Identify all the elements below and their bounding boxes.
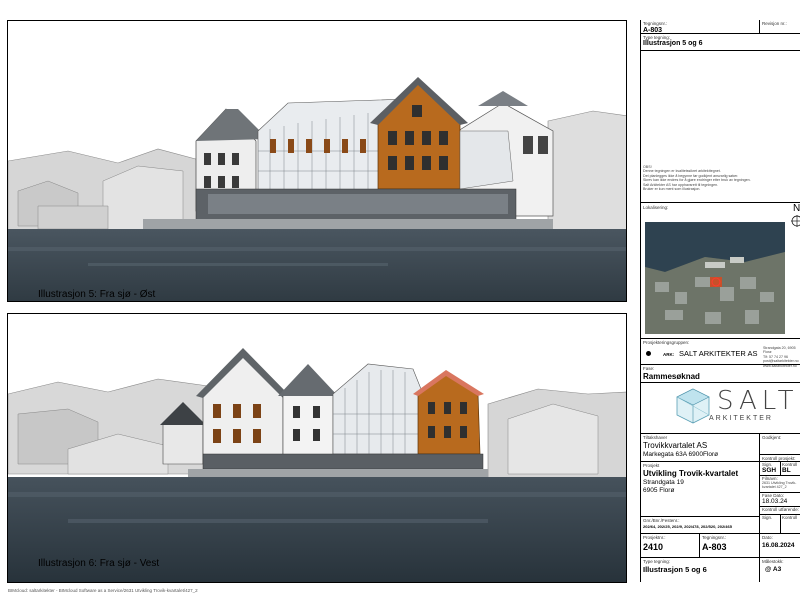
ark-label: ARK: bbox=[663, 352, 675, 357]
type2-value: Illustrasjon 5 og 6 bbox=[643, 565, 707, 574]
tiltakshaver-label: Tiltakshaver bbox=[643, 435, 668, 440]
sign2-label: Sign. bbox=[762, 515, 773, 520]
gnr-label: Gnr./Bnr./Festenr.: bbox=[643, 518, 680, 523]
prosjekt-label: Prosjekt bbox=[643, 463, 660, 468]
lokalisering-label: Lokalisering: bbox=[643, 205, 669, 210]
north-arrow-label: N bbox=[793, 203, 800, 214]
type2-label: Type tegning: bbox=[643, 559, 671, 564]
salt-logo-subtext: ARKITEKTER bbox=[709, 415, 773, 422]
kontroll-value: BL bbox=[782, 467, 791, 474]
divider bbox=[780, 514, 781, 533]
divider bbox=[699, 533, 700, 557]
tegningsnr2-label: Tegningsnr.: bbox=[702, 535, 727, 540]
divider bbox=[641, 461, 759, 462]
divider bbox=[641, 557, 800, 558]
divider bbox=[641, 202, 800, 203]
divider bbox=[759, 557, 760, 582]
type-value: Illustrasjon 5 og 6 bbox=[643, 40, 703, 47]
divider bbox=[641, 433, 800, 434]
malestokk-value: @ A3 bbox=[765, 566, 782, 573]
divider bbox=[641, 533, 800, 534]
filnavn-value: 2631 Utvikling Trovik-kvartalet 427_2 bbox=[762, 481, 797, 490]
salt-logo-cube-icon bbox=[676, 388, 710, 424]
prosjekt-value: Utvikling Trovik-kvartalet bbox=[643, 469, 739, 478]
file-path-footer: BIMcloud: saltarkitekter - BIMcloud Soft… bbox=[8, 588, 198, 593]
divider bbox=[641, 33, 800, 34]
illustration-6-caption: Illustrasjon 6: Fra sjø - Vest bbox=[38, 558, 160, 569]
divider bbox=[759, 533, 760, 557]
divider bbox=[759, 20, 760, 33]
dato-label: Dato: bbox=[762, 535, 773, 540]
north-arrow-icon bbox=[791, 215, 800, 227]
divider bbox=[759, 433, 760, 533]
ark-company: SALT ARKITEKTER AS bbox=[679, 349, 758, 358]
divider bbox=[759, 454, 800, 455]
bullet-icon bbox=[646, 351, 651, 356]
divider bbox=[641, 516, 759, 517]
divider bbox=[780, 461, 781, 475]
divider bbox=[641, 338, 800, 339]
prosjekteringsgruppen-label: Prosjekteringsgruppen: bbox=[643, 340, 690, 345]
tegningsnr2-value: A-803 bbox=[702, 542, 727, 552]
tegningsnr-label: Tegningsnr.: bbox=[643, 21, 668, 26]
note-line: Bruker er kun ment som illustrasjon. bbox=[643, 187, 701, 192]
ark-address: Strandgata 20, 6905 Florø bbox=[763, 346, 796, 355]
salt-logo-text: SALT bbox=[717, 386, 799, 416]
prosjekt-address-2: 6905 Florø bbox=[643, 487, 675, 494]
fase-value: Rammesøknad bbox=[643, 372, 700, 381]
dato-value: 16.08.2024 bbox=[762, 542, 795, 549]
tiltakshaver-address: Markegata 63A 6900Florø bbox=[643, 451, 719, 458]
ark-email: post@saltarkitekter.no bbox=[763, 359, 799, 364]
illustration-6-frame bbox=[7, 313, 627, 583]
illustration-5-render bbox=[8, 21, 626, 301]
illustration-6-render bbox=[8, 314, 626, 582]
prosjektnr-value: 2410 bbox=[643, 542, 664, 552]
illustration-5-caption: Illustrasjon 5: Fra sjø - Øst bbox=[38, 289, 156, 300]
kontroll2-label: Kontroll bbox=[782, 515, 798, 520]
illustration-5-frame bbox=[7, 20, 627, 302]
sign-value: SGH bbox=[762, 467, 777, 474]
prosjekt-address-1: Strandgata 19 bbox=[643, 479, 684, 486]
malestokk-label: Målestokk: bbox=[762, 559, 784, 564]
tiltakshaver-value: Trovikkvartalet AS bbox=[643, 441, 708, 450]
drawing-sheet: Illustrasjon 5: Fra sjø - Øst Illustrasj… bbox=[0, 0, 800, 600]
divider bbox=[641, 364, 800, 365]
divider bbox=[641, 50, 800, 51]
prosjektnr-label: Prosjektnr.: bbox=[643, 535, 666, 540]
revisjon-label: Revisjon nr.: bbox=[762, 21, 787, 26]
godkjent-label: Godkjent: bbox=[762, 435, 782, 440]
location-aerial-map bbox=[645, 222, 785, 334]
fase-label: Fase: bbox=[643, 366, 655, 371]
divider bbox=[641, 382, 800, 383]
kontroll-utforende-label: Kontroll utførende: bbox=[762, 507, 800, 512]
fase-dato-value: 18.03.24 bbox=[762, 498, 788, 505]
notes: OBS! Denne tegningen er kvalitetssikret … bbox=[643, 165, 793, 191]
gnr-value: 202/64, 202/25, 202/9, 202/478, 202/520,… bbox=[643, 524, 732, 529]
